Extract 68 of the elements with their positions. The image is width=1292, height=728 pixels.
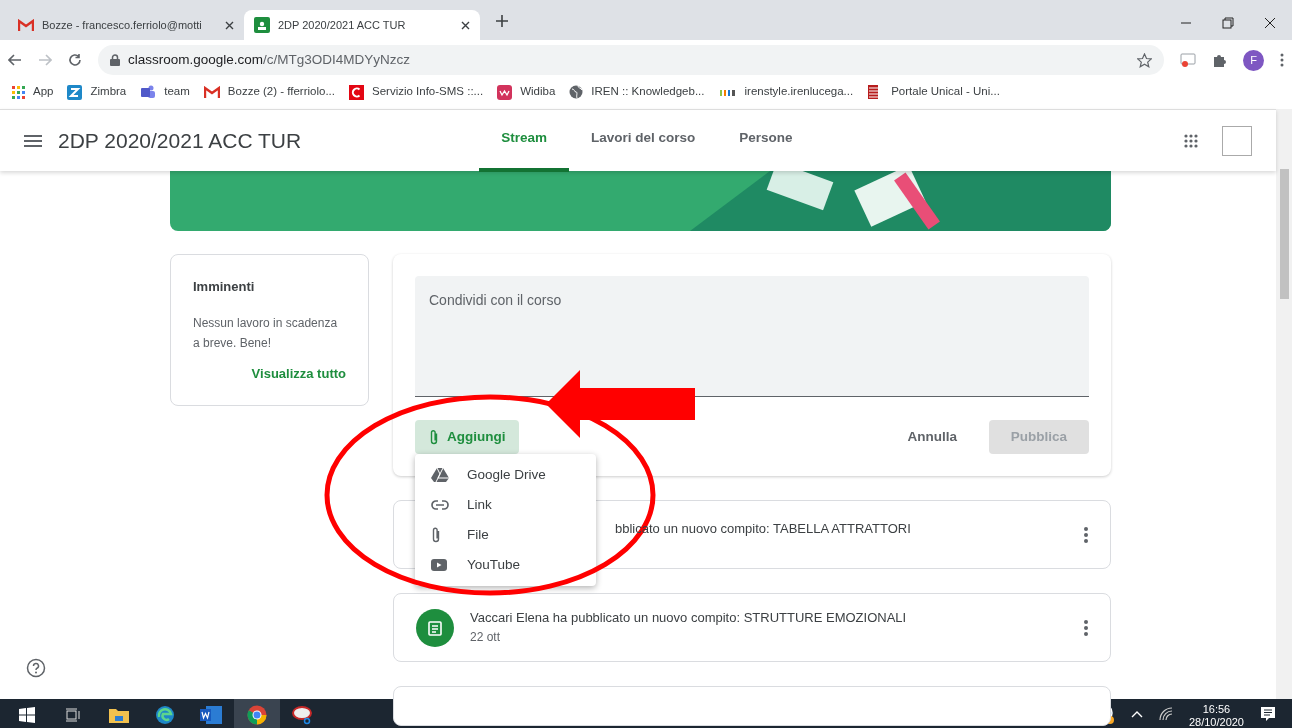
link-icon	[431, 500, 449, 510]
notification-icon	[1260, 706, 1276, 722]
star-icon	[1137, 52, 1152, 68]
close-icon	[1264, 17, 1276, 29]
wifi-icon	[1158, 707, 1173, 721]
clock-time: 16:56	[1201, 703, 1232, 717]
bookmark[interactable]: Bozze (2) - fferriolo...	[203, 83, 335, 101]
share-field[interactable]: Condividi con il corso	[415, 276, 1089, 397]
back-arrow-icon	[8, 54, 22, 66]
w-logo-icon	[497, 84, 513, 100]
bookmark[interactable]: irenstyle.irenlucega...	[718, 83, 854, 101]
menu-item[interactable]: Link	[415, 490, 596, 520]
bookmark[interactable]: App	[12, 83, 54, 101]
chrome-icon[interactable]	[234, 699, 280, 728]
upcoming-text: Nessun lavoro in scadenza a breve. Bene!	[193, 314, 339, 352]
bookmark[interactable]: IREN :: Knowledgeb...	[569, 83, 705, 101]
more-vertical-icon	[1084, 526, 1088, 543]
close-icon	[461, 20, 470, 30]
iren-logo-icon	[718, 87, 737, 97]
globe-icon	[569, 85, 584, 99]
paperclip-icon	[431, 526, 441, 544]
menu-item[interactable]: YouTube	[415, 550, 596, 580]
lock-icon	[110, 54, 120, 66]
clock-date: 28/10/2020	[1188, 716, 1244, 728]
more-vertical-icon	[1084, 619, 1088, 636]
z-logo-icon	[67, 84, 83, 100]
nav-tab[interactable]: Lavori del corso	[569, 109, 718, 172]
triangle-logo-icon	[431, 467, 449, 483]
play-logo-icon	[431, 559, 447, 571]
profile-avatar[interactable]: F	[1243, 49, 1264, 71]
browser-tab[interactable]: Bozze - francesco.ferriolo@motti	[8, 10, 244, 40]
bookmark[interactable]: Zimbra	[67, 83, 127, 101]
nav-tab[interactable]: Persone	[717, 109, 815, 172]
cast-icon	[1180, 53, 1196, 67]
apps-grid-icon	[12, 85, 25, 99]
close-icon	[225, 20, 234, 30]
paperclip-icon	[429, 429, 439, 445]
reload-icon	[68, 53, 82, 67]
post-title[interactable]: Vaccari Elena ha pubblicato un nuovo compito: STRUTTURE EMOZIONALI	[470, 607, 1068, 628]
upcoming-title: Imminenti	[193, 278, 256, 296]
mail-icon	[18, 19, 34, 31]
url-text: classroom.google.com/c/MTg3ODI4MDYyNzcz	[128, 50, 411, 69]
cancel-button[interactable]: Annulla	[891, 420, 973, 454]
apps-grid-icon	[1184, 133, 1198, 148]
more-vertical-icon	[1280, 53, 1284, 67]
assignment-icon	[416, 608, 454, 647]
puzzle-icon	[1212, 52, 1227, 68]
c-logo-icon	[349, 84, 364, 100]
bookmark[interactable]: team	[140, 83, 190, 101]
forward-arrow-icon	[38, 54, 52, 66]
menu-item[interactable]: File	[415, 520, 596, 550]
bookmark[interactable]: Portale Unical - Uni...	[867, 83, 1000, 101]
people-icon	[140, 85, 157, 99]
address-bar[interactable]: classroom.google.com/c/MTg3ODI4MDYyNzcz	[98, 45, 1164, 75]
bookmark[interactable]: Servizio Info-SMS ::...	[349, 83, 484, 101]
browser-tab[interactable]: 2DP 2020/2021 ACC TUR	[244, 10, 480, 40]
plus-icon	[496, 14, 508, 27]
scrollbar[interactable]	[1276, 109, 1292, 699]
menu-item[interactable]: Google Drive	[415, 460, 596, 490]
help-icon	[26, 657, 46, 678]
classroom-icon	[254, 17, 270, 33]
mail-icon	[203, 86, 220, 98]
restore-icon	[1222, 17, 1234, 29]
chevron-up-icon	[1130, 710, 1143, 718]
post-date: 22 ott	[470, 629, 502, 647]
class-title: 2DP 2020/2021 ACC TUR	[58, 127, 302, 154]
bookmark[interactable]: Widiba	[497, 83, 556, 101]
view-all-link[interactable]: Visualizza tutto	[251, 363, 346, 383]
